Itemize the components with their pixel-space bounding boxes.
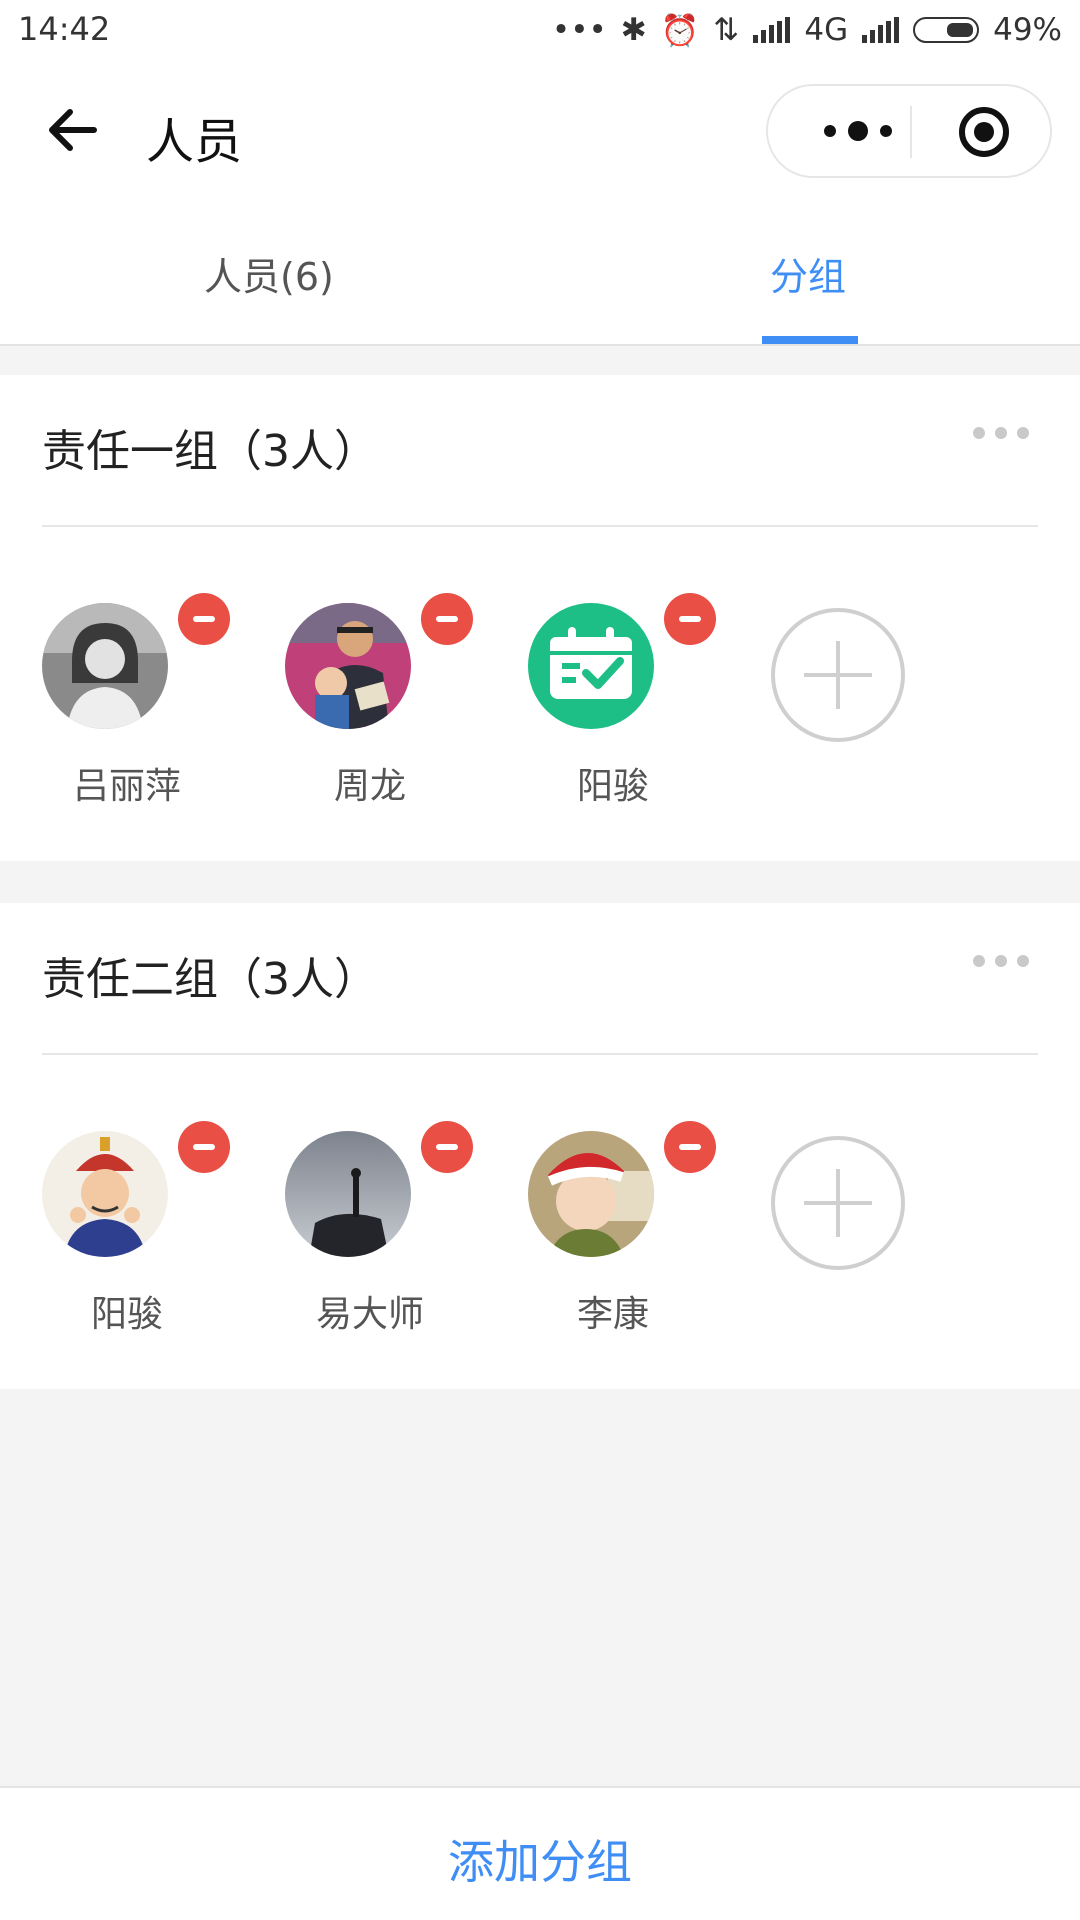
calendar-check-icon bbox=[528, 603, 654, 729]
member-name: 易大师 bbox=[315, 1294, 424, 1335]
qing-official-cartoon-photo bbox=[42, 1131, 168, 1257]
remove-member-button[interactable] bbox=[664, 593, 716, 645]
group-card: 责任二组（3人） 阳骏 易大师 李康 bbox=[0, 903, 1080, 1389]
member-item[interactable]: 易大师 bbox=[285, 1121, 485, 1335]
tab-groups[interactable]: 分组 bbox=[770, 246, 846, 301]
group-more-icon[interactable] bbox=[972, 951, 1030, 971]
member-name: 阳骏 bbox=[576, 766, 649, 807]
bluetooth-icon: ✱ bbox=[620, 12, 647, 48]
active-tab-indicator bbox=[762, 336, 858, 344]
remove-member-button[interactable] bbox=[178, 1121, 230, 1173]
avatar bbox=[528, 1131, 654, 1257]
tab-people[interactable]: 人员(6) bbox=[204, 246, 334, 301]
remove-member-button[interactable] bbox=[421, 593, 473, 645]
data-transfer-icon: ⇅ bbox=[713, 12, 740, 48]
remove-member-button[interactable] bbox=[421, 1121, 473, 1173]
child-with-santa-hat-photo bbox=[528, 1131, 654, 1257]
status-icons: ••• ✱ ⏰ ⇅ 4G 49% bbox=[552, 10, 1062, 50]
battery-percent: 49% bbox=[993, 12, 1062, 48]
battery-icon bbox=[913, 17, 980, 43]
status-time: 14:42 bbox=[18, 10, 111, 48]
add-member-icon[interactable] bbox=[770, 607, 906, 743]
divider bbox=[42, 525, 1038, 527]
alarm-icon: ⏰ bbox=[660, 12, 700, 49]
divider bbox=[42, 1053, 1038, 1055]
member-name: 吕丽萍 bbox=[72, 766, 181, 807]
remove-member-button[interactable] bbox=[664, 1121, 716, 1173]
add-group-button[interactable]: 添加分组 bbox=[0, 1826, 1080, 1892]
man-with-baby-photo bbox=[285, 603, 411, 729]
member-name: 李康 bbox=[576, 1294, 649, 1335]
avatar bbox=[42, 603, 168, 729]
tab-bar: 人员(6) 分组 bbox=[0, 200, 1080, 346]
remove-member-button[interactable] bbox=[178, 593, 230, 645]
member-name: 周龙 bbox=[333, 766, 406, 807]
close-mini-program-icon[interactable] bbox=[956, 104, 1012, 160]
status-bar: 14:42 ••• ✱ ⏰ ⇅ 4G 49% bbox=[0, 0, 1080, 62]
avatar bbox=[285, 1131, 411, 1257]
member-item[interactable]: 阳骏 bbox=[528, 593, 728, 807]
more-notifications-icon: ••• bbox=[551, 12, 607, 48]
avatar bbox=[528, 603, 654, 729]
more-options-icon[interactable] bbox=[808, 86, 908, 176]
group-title: 责任二组（3人） bbox=[42, 954, 378, 1005]
nav-bar: 人员 bbox=[0, 62, 1080, 200]
mini-program-capsule bbox=[766, 84, 1052, 178]
group-more-icon[interactable] bbox=[972, 423, 1030, 443]
add-member-icon[interactable] bbox=[770, 1135, 906, 1271]
group-card: 责任一组（3人） 吕丽萍 周龙 阳骏 bbox=[0, 375, 1080, 861]
bottom-bar: 添加分组 bbox=[0, 1786, 1080, 1920]
avatar bbox=[42, 1131, 168, 1257]
signal-icon bbox=[753, 17, 791, 43]
page-title: 人员 bbox=[146, 114, 243, 170]
group-title: 责任一组（3人） bbox=[42, 426, 378, 477]
back-arrow-icon[interactable] bbox=[42, 100, 102, 160]
network-type: 4G bbox=[804, 12, 849, 48]
capsule-divider bbox=[910, 106, 912, 158]
member-item[interactable]: 周龙 bbox=[285, 593, 485, 807]
member-item[interactable]: 吕丽萍 bbox=[42, 593, 242, 807]
signal-icon-2 bbox=[862, 17, 900, 43]
grayscale-girl-photo bbox=[42, 603, 168, 729]
avatar bbox=[285, 603, 411, 729]
member-item[interactable]: 李康 bbox=[528, 1121, 728, 1335]
silhouette-on-rock-photo bbox=[285, 1131, 411, 1257]
member-item[interactable]: 阳骏 bbox=[42, 1121, 242, 1335]
member-name: 阳骏 bbox=[90, 1294, 163, 1335]
